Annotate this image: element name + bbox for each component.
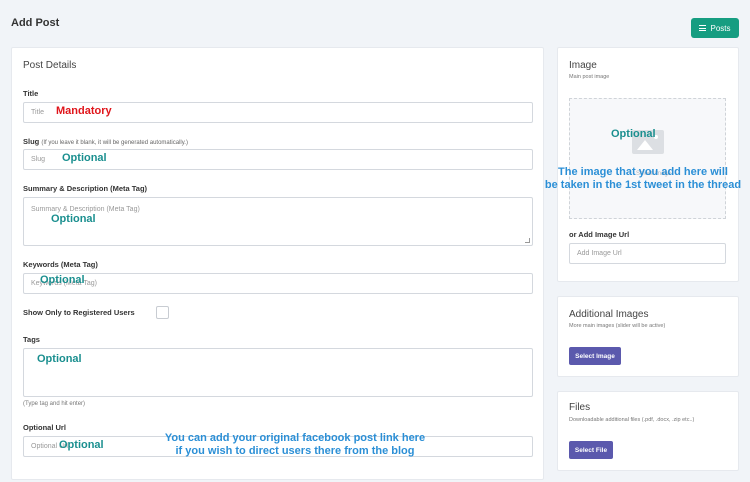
tags-input[interactable]: [23, 348, 533, 397]
slug-label-text: Slug: [23, 137, 40, 146]
additional-images-subtitle: More main images (slider will be active): [569, 323, 666, 329]
optional-url-annotation: Optional: [59, 439, 104, 451]
summary-label: Summary & Description (Meta Tag): [23, 184, 148, 193]
select-image-button[interactable]: Select Image: [569, 347, 621, 365]
url-note-annotation: You can add your original facebook post …: [140, 432, 450, 458]
page-title: Add Post: [11, 17, 60, 29]
image-subtitle: Main post image: [569, 74, 610, 80]
summary-annotation: Optional: [51, 213, 96, 225]
image-url-placeholder: Add Image Url: [577, 250, 622, 257]
tags-annotation: Optional: [37, 353, 82, 365]
title-placeholder: Title: [31, 109, 44, 116]
image-annotation: Optional: [611, 128, 656, 140]
url-note-line2: if you wish to direct users there from t…: [175, 445, 415, 457]
keywords-annotation: Optional: [40, 274, 85, 286]
slug-placeholder: Slug: [31, 156, 46, 163]
image-title: Image: [569, 60, 597, 71]
select-file-button[interactable]: Select File: [569, 441, 613, 459]
registered-label: Show Only to Registered Users: [23, 308, 135, 317]
menu-icon: [699, 25, 707, 31]
files-title: Files: [569, 402, 591, 413]
resize-handle-icon[interactable]: [525, 238, 530, 243]
keywords-label: Keywords (Meta Tag): [23, 260, 98, 269]
image-drop-zone[interactable]: [569, 98, 726, 219]
additional-images-title: Additional Images: [569, 309, 649, 320]
image-url-input[interactable]: Add Image Url: [569, 243, 726, 264]
registered-checkbox[interactable]: [156, 306, 169, 319]
keywords-input[interactable]: Keywords (Meta Tag): [23, 273, 533, 294]
tags-label: Tags: [23, 335, 40, 344]
posts-button[interactable]: Posts: [691, 18, 739, 38]
image-note-line1: The image that you add here will: [558, 166, 728, 178]
title-annotation: Mandatory: [56, 105, 112, 117]
post-details-title: Post Details: [23, 60, 77, 71]
image-note-line2: be taken in the 1st tweet in the thread: [544, 179, 742, 191]
slug-annotation: Optional: [62, 152, 107, 164]
title-label: Title: [23, 89, 39, 98]
summary-textarea[interactable]: Summary & Description (Meta Tag): [23, 197, 533, 246]
tags-hint: (Type tag and hit enter): [23, 401, 86, 407]
summary-placeholder: Summary & Description (Meta Tag): [31, 206, 140, 213]
slug-note: (If you leave it blank, it will be gener…: [41, 140, 188, 146]
optional-url-label: Optional Url: [23, 423, 66, 432]
url-note-line1: You can add your original facebook post …: [164, 432, 426, 444]
posts-button-label: Posts: [710, 23, 731, 33]
image-note-annotation: The image that you add here will be take…: [536, 166, 750, 192]
image-url-label: or Add Image Url: [569, 230, 630, 239]
slug-label: Slug (If you leave it blank, it will be …: [23, 137, 188, 146]
files-subtitle: Downloadable additional files (.pdf, .do…: [569, 417, 695, 423]
